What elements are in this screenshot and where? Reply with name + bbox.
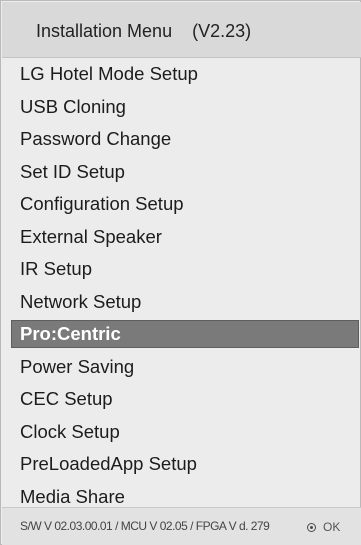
menu-title: Installation Menu (V2.23) — [36, 21, 252, 41]
ok-label: OK — [323, 520, 341, 534]
menu-item-cec-setup[interactable]: CEC Setup — [11, 383, 359, 416]
menu-item-password-change[interactable]: Password Change — [11, 123, 359, 156]
menu-footer: S/W V 02.03.00.01 / MCU V 02.05 / FPGA V… — [2, 507, 361, 545]
menu-item-usb-cloning[interactable]: USB Cloning — [11, 91, 359, 124]
menu-item-power-saving[interactable]: Power Saving — [11, 351, 359, 384]
menu-item-network-setup[interactable]: Network Setup — [11, 286, 359, 319]
ok-hint: OK — [307, 519, 340, 535]
ok-button-icon — [307, 522, 316, 532]
menu-item-clock-setup[interactable]: Clock Setup — [11, 416, 359, 449]
menu-item-configuration-setup[interactable]: Configuration Setup — [11, 188, 359, 221]
installation-menu: Installation Menu (V2.23) LG Hotel Mode … — [0, 0, 361, 545]
menu-item-external-speaker[interactable]: External Speaker — [11, 221, 359, 254]
menu-item-preloadedapp-setup[interactable]: PreLoadedApp Setup — [11, 448, 359, 481]
menu-item-lg-hotel-mode-setup[interactable]: LG Hotel Mode Setup — [11, 58, 359, 91]
menu-item-set-id-setup[interactable]: Set ID Setup — [11, 156, 359, 189]
version-info: S/W V 02.03.00.01 / MCU V 02.05 / FPGA V… — [20, 519, 270, 533]
menu-list: LG Hotel Mode Setup USB Cloning Password… — [11, 58, 359, 513]
menu-item-pro-centric[interactable]: Pro:Centric — [11, 320, 359, 348]
menu-header: Installation Menu (V2.23) — [2, 2, 361, 58]
menu-item-ir-setup[interactable]: IR Setup — [11, 253, 359, 286]
